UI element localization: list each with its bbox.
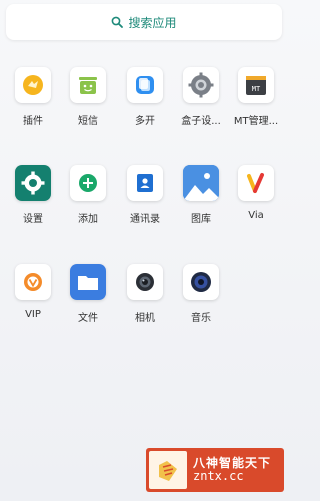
app-plugins[interactable]: 插件 <box>5 67 61 127</box>
app-label: 通讯录 <box>130 214 160 225</box>
app-label: VIP <box>25 309 41 320</box>
app-add[interactable]: 添加 <box>60 165 116 225</box>
svg-text:MT: MT <box>252 85 261 93</box>
contacts-icon <box>127 165 163 201</box>
app-via[interactable]: Via <box>228 165 284 221</box>
app-label: 图库 <box>191 214 211 225</box>
app-label: 音乐 <box>191 313 211 324</box>
gear-icon <box>183 67 219 103</box>
watermark-logo-icon <box>149 451 187 489</box>
app-camera[interactable]: 相机 <box>117 264 173 324</box>
app-label: Via <box>248 210 264 221</box>
music-icon <box>183 264 219 300</box>
vip-icon <box>15 264 51 300</box>
app-files[interactable]: 文件 <box>60 264 116 324</box>
app-label: 短信 <box>78 116 98 127</box>
app-label: 多开 <box>135 116 155 127</box>
app-gallery[interactable]: 图库 <box>173 165 229 225</box>
camera-icon <box>127 264 163 300</box>
app-label: 插件 <box>23 116 43 127</box>
app-settings[interactable]: 设置 <box>5 165 61 225</box>
app-sms[interactable]: 短信 <box>60 67 116 127</box>
gallery-icon <box>183 165 219 201</box>
app-label: 添加 <box>78 214 98 225</box>
watermark-badge: 八神智能天下 zntx.cc <box>146 448 284 492</box>
app-label: 设置 <box>23 214 43 225</box>
app-label: 盒子设... <box>181 116 221 127</box>
settings-gear-icon <box>15 165 51 201</box>
sms-icon <box>70 67 106 103</box>
watermark-domain: zntx.cc <box>193 469 244 483</box>
multi-open-icon <box>127 67 163 103</box>
app-mt-manager[interactable]: MT MT管理... <box>228 67 284 127</box>
folder-icon <box>70 264 106 300</box>
app-grid: 插件 短信 多开 盒子设... MT MT管理... 设置 添加 通讯录 图库 … <box>0 0 288 501</box>
plugin-icon <box>15 67 51 103</box>
app-vip[interactable]: VIP <box>5 264 61 320</box>
app-music[interactable]: 音乐 <box>173 264 229 324</box>
via-icon <box>238 165 274 201</box>
app-label: 文件 <box>78 313 98 324</box>
app-label: MT管理... <box>233 116 279 127</box>
app-multi-open[interactable]: 多开 <box>117 67 173 127</box>
app-contacts[interactable]: 通讯录 <box>117 165 173 225</box>
add-icon <box>70 165 106 201</box>
mt-manager-icon: MT <box>238 67 274 103</box>
app-box-settings[interactable]: 盒子设... <box>173 67 229 127</box>
app-label: 相机 <box>135 313 155 324</box>
